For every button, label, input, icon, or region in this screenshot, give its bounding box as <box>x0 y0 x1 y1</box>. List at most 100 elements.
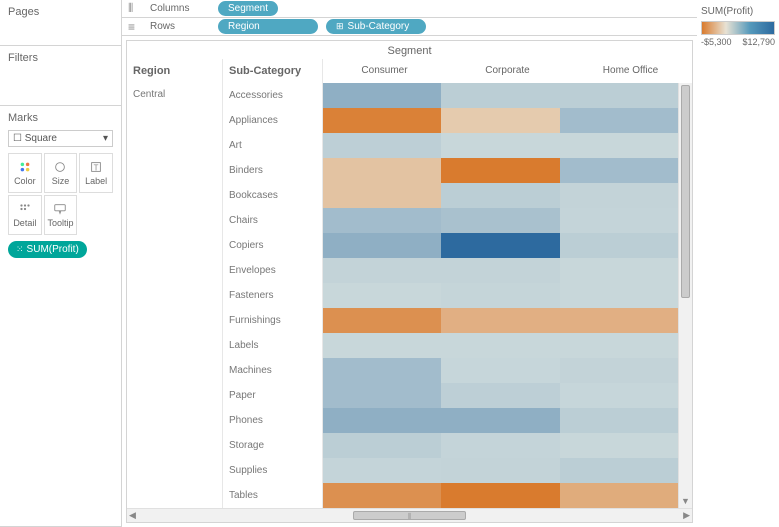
row-header-subcategory[interactable]: Sub-Category <box>223 59 323 83</box>
subcategory-label[interactable]: Labels <box>223 333 322 358</box>
heatmap-cell[interactable] <box>323 208 441 233</box>
subcategory-label[interactable]: Chairs <box>223 208 322 233</box>
heatmap-cell[interactable] <box>323 183 441 208</box>
heatmap-cell[interactable] <box>323 383 441 408</box>
heatmap-cell[interactable] <box>560 183 678 208</box>
marks-label: Marks <box>8 112 113 124</box>
heatmap-cell[interactable] <box>323 433 441 458</box>
heatmap-cell[interactable] <box>560 333 678 358</box>
heatmap-cell[interactable] <box>560 408 678 433</box>
subcategory-label[interactable]: Phones <box>223 408 322 433</box>
heatmap-cell[interactable] <box>441 233 559 258</box>
heatmap-cell[interactable] <box>323 408 441 433</box>
heatmap-cell[interactable] <box>560 483 678 508</box>
pages-shelf[interactable]: Pages <box>0 0 121 46</box>
heatmap-cell[interactable] <box>441 158 559 183</box>
heatmap-cell[interactable] <box>441 433 559 458</box>
columns-shelf[interactable]: ⦀ Columns Segment <box>122 0 697 18</box>
subcategory-label[interactable]: Binders <box>223 158 322 183</box>
subcategory-label[interactable]: Copiers <box>223 233 322 258</box>
heatmap-cell[interactable] <box>441 283 559 308</box>
heatmap-cell[interactable] <box>323 333 441 358</box>
size-button[interactable]: Size <box>44 153 78 193</box>
mark-type-select[interactable]: ☐ Square ▾ <box>8 130 113 147</box>
row-pill-subcategory[interactable]: ⊞Sub-Category <box>326 19 426 34</box>
scroll-down-icon[interactable]: ▼ <box>679 496 692 506</box>
heatmap-cell[interactable] <box>441 108 559 133</box>
heatmap-cell[interactable] <box>323 358 441 383</box>
heatmap-cell[interactable] <box>441 383 559 408</box>
color-legend[interactable]: SUM(Profit) -$5,300 $12,790 <box>697 0 779 527</box>
heatmap-cell[interactable] <box>323 258 441 283</box>
heatmap-cell[interactable] <box>560 283 678 308</box>
columns-icon: ⦀ <box>128 1 142 16</box>
heatmap-cell[interactable] <box>560 358 678 383</box>
subcategory-label[interactable]: Art <box>223 133 322 158</box>
heatmap-cell[interactable] <box>560 458 678 483</box>
row-pill-region[interactable]: Region <box>218 19 318 34</box>
detail-button[interactable]: Detail <box>8 195 42 235</box>
scroll-right-icon[interactable]: ▶ <box>683 509 690 522</box>
scrollbar-thumb[interactable] <box>681 85 690 298</box>
subcategory-label[interactable]: Machines <box>223 358 322 383</box>
heatmap-cell[interactable] <box>560 158 678 183</box>
heatmap-cell[interactable] <box>441 308 559 333</box>
heatmap-cell[interactable] <box>560 383 678 408</box>
horizontal-scrollbar[interactable]: ◀ ⦀ ▶ <box>127 508 692 522</box>
heatmap-cell[interactable] <box>323 283 441 308</box>
heatmap-cell[interactable] <box>441 483 559 508</box>
scroll-left-icon[interactable]: ◀ <box>129 509 136 522</box>
heatmap-cell[interactable] <box>560 208 678 233</box>
subcategory-label[interactable]: Storage <box>223 433 322 458</box>
subcategory-label[interactable]: Envelopes <box>223 258 322 283</box>
heatmap-cell[interactable] <box>441 333 559 358</box>
heatmap-cell[interactable] <box>441 208 559 233</box>
heatmap-cell[interactable] <box>441 258 559 283</box>
subcategory-label[interactable]: Appliances <box>223 108 322 133</box>
heatmap-cell[interactable] <box>441 133 559 158</box>
heatmap-cell[interactable] <box>323 133 441 158</box>
heatmap-cell[interactable] <box>441 183 559 208</box>
tooltip-button[interactable]: Tooltip <box>44 195 78 235</box>
subcategory-label[interactable]: Tables <box>223 483 322 508</box>
heatmap-cell[interactable] <box>441 408 559 433</box>
region-value[interactable]: Central <box>127 83 223 508</box>
row-header-region[interactable]: Region <box>127 59 223 83</box>
heatmap-cell[interactable] <box>560 108 678 133</box>
rows-shelf[interactable]: ≡ Rows Region ⊞Sub-Category <box>122 18 697 36</box>
heatmap-cell[interactable] <box>323 308 441 333</box>
subcategory-label[interactable]: Fasteners <box>223 283 322 308</box>
marks-color-pill[interactable]: ⁙ SUM(Profit) <box>8 241 87 258</box>
scrollbar-thumb[interactable]: ⦀ <box>353 511 466 520</box>
filters-shelf[interactable]: Filters <box>0 46 121 106</box>
heatmap-cell[interactable] <box>560 133 678 158</box>
heatmap-cell[interactable] <box>560 83 678 108</box>
heatmap-cell[interactable] <box>560 233 678 258</box>
heatmap-cell[interactable] <box>323 233 441 258</box>
heatmap-cell[interactable] <box>441 83 559 108</box>
subcategory-label[interactable]: Furnishings <box>223 308 322 333</box>
vertical-scrollbar[interactable]: ▼ <box>678 83 692 508</box>
subcategory-label[interactable]: Accessories <box>223 83 322 108</box>
heatmap-cell[interactable] <box>560 433 678 458</box>
column-pill-segment[interactable]: Segment <box>218 1 278 16</box>
heatmap-cell[interactable] <box>323 108 441 133</box>
subcategory-label[interactable]: Bookcases <box>223 183 322 208</box>
marks-card: Marks ☐ Square ▾ Color Size T Label <box>0 106 121 527</box>
label-button[interactable]: T Label <box>79 153 113 193</box>
heatmap-cell[interactable] <box>560 258 678 283</box>
subcategory-label[interactable]: Supplies <box>223 458 322 483</box>
color-button[interactable]: Color <box>8 153 42 193</box>
heatmap-cell[interactable] <box>323 483 441 508</box>
heatmap-cell[interactable] <box>560 308 678 333</box>
heatmap-cell[interactable] <box>441 358 559 383</box>
heatmap-cell[interactable] <box>323 458 441 483</box>
column-header[interactable]: Consumer <box>323 59 446 83</box>
color-icon: ⁙ <box>16 244 23 255</box>
subcategory-label[interactable]: Paper <box>223 383 322 408</box>
heatmap-cell[interactable] <box>323 158 441 183</box>
heatmap-cell[interactable] <box>441 458 559 483</box>
heatmap-cell[interactable] <box>323 83 441 108</box>
column-header[interactable]: Home Office <box>569 59 692 83</box>
column-header[interactable]: Corporate <box>446 59 569 83</box>
